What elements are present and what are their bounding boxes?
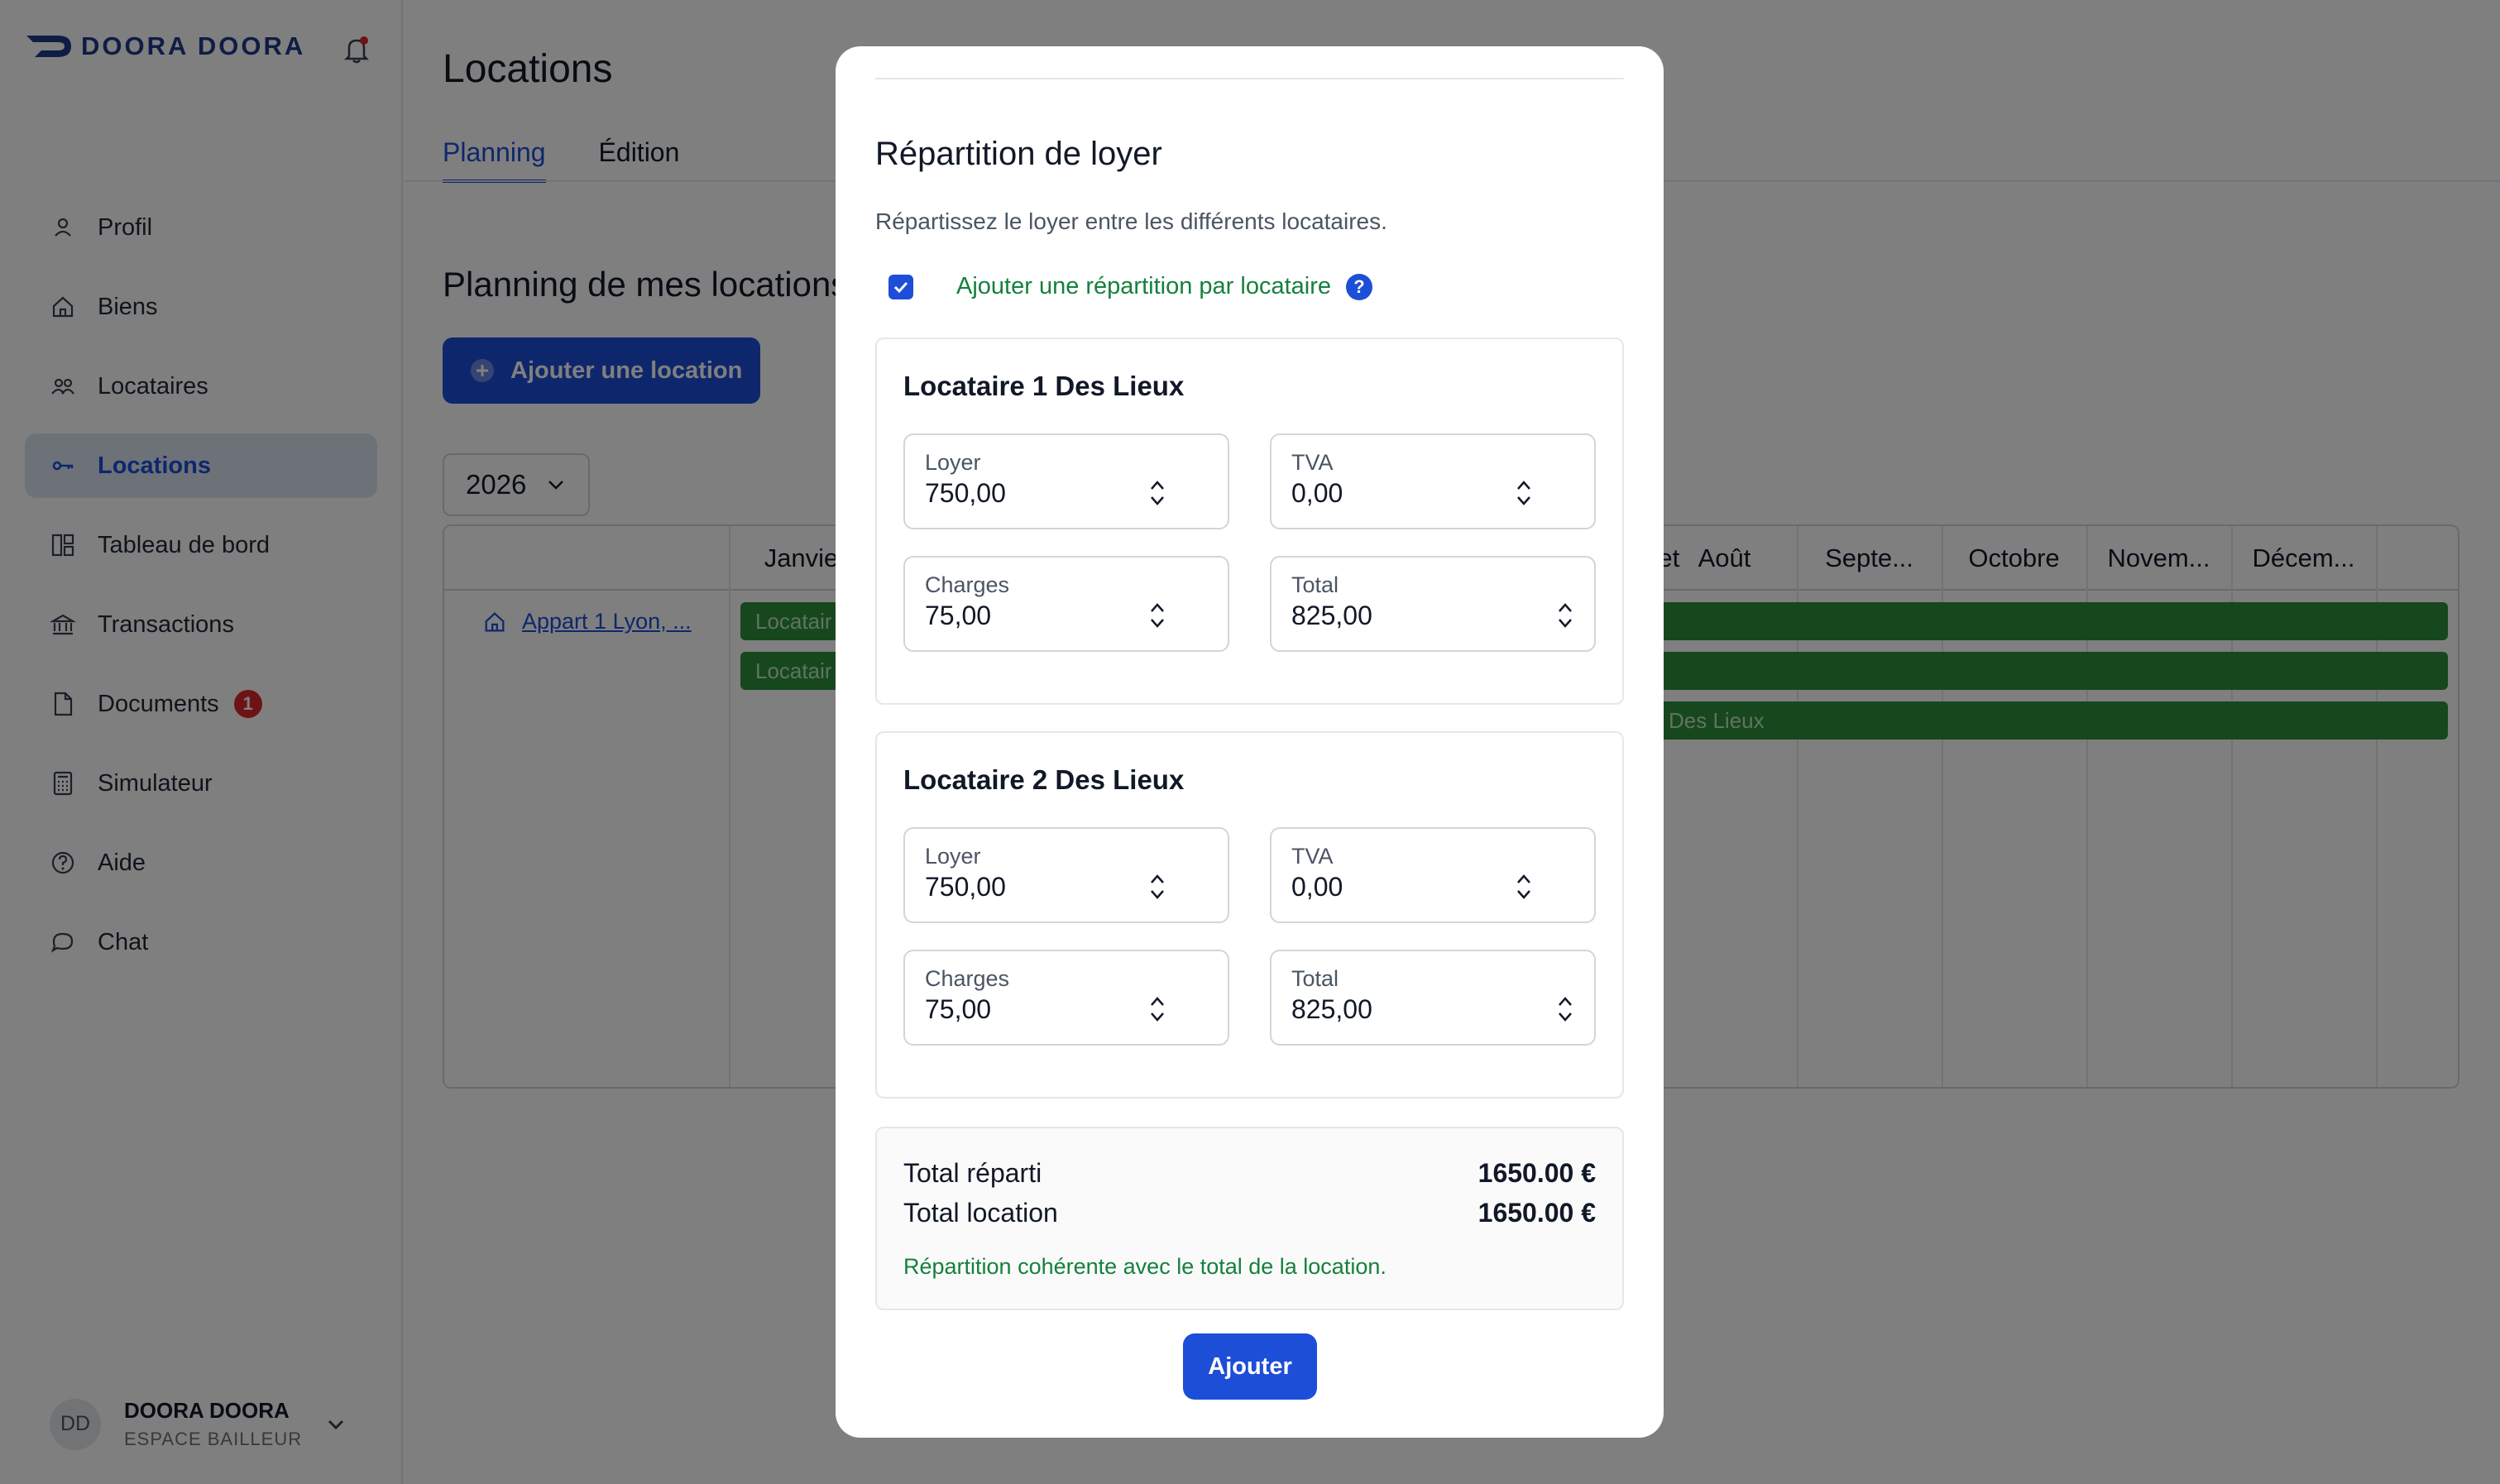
stepper-icon[interactable] [1515, 872, 1533, 902]
totals-summary: Total réparti 1650.00 € Total location 1… [875, 1127, 1624, 1310]
total-field[interactable]: Total 825,00 [1270, 556, 1596, 652]
total-reparti-row: Total réparti 1650.00 € [903, 1158, 1596, 1189]
field-value: 825,00 [1291, 601, 1372, 630]
stepper-icon[interactable] [1148, 478, 1166, 508]
field-value: 0,00 [1291, 872, 1343, 902]
total-reparti-value: 1650.00 € [1477, 1158, 1596, 1188]
tenant-name: Locataire 2 Des Lieux [903, 764, 1185, 795]
tenant-card-1: Locataire 1 Des Lieux Loyer 750,00 TVA 0… [875, 337, 1624, 705]
field-value: 825,00 [1291, 994, 1372, 1024]
check-icon [893, 281, 908, 293]
field-label: Charges [925, 572, 1010, 597]
total-location-label: Total location [903, 1198, 1058, 1228]
field-label: Total [1291, 966, 1339, 991]
total-location-row: Total location 1650.00 € [903, 1198, 1596, 1228]
help-icon[interactable]: ? [1345, 273, 1372, 300]
total-field[interactable]: Total 825,00 [1270, 950, 1596, 1046]
stepper-icon[interactable] [1148, 994, 1166, 1024]
stepper-icon[interactable] [1148, 601, 1166, 630]
split-status-message: Répartition cohérente avec le total de l… [903, 1254, 1386, 1279]
split-checkbox-label[interactable]: Ajouter une répartition par locataire [956, 273, 1331, 300]
stepper-icon[interactable] [1515, 478, 1533, 508]
field-label: Charges [925, 966, 1010, 991]
add-button[interactable]: Ajouter [1183, 1333, 1317, 1400]
tenant-card-2: Locataire 2 Des Lieux Loyer 750,00 TVA 0… [875, 731, 1624, 1099]
charges-field[interactable]: Charges 75,00 [903, 950, 1229, 1046]
loyer-field[interactable]: Loyer 750,00 [903, 433, 1229, 529]
split-checkbox[interactable] [888, 274, 913, 299]
field-label: Loyer [925, 844, 981, 869]
stepper-icon[interactable] [1556, 601, 1574, 630]
field-value: 750,00 [925, 872, 1006, 902]
field-label: TVA [1291, 844, 1334, 869]
loyer-field[interactable]: Loyer 750,00 [903, 827, 1229, 923]
tenant-name: Locataire 1 Des Lieux [903, 371, 1185, 401]
field-label: TVA [1291, 450, 1334, 475]
field-label: Loyer [925, 450, 981, 475]
field-value: 75,00 [925, 994, 992, 1024]
split-checkbox-row: Ajouter une répartition par locataire ? [888, 273, 1372, 300]
charges-field[interactable]: Charges 75,00 [903, 556, 1229, 652]
total-reparti-label: Total réparti [903, 1158, 1042, 1188]
modal-subtitle: Répartissez le loyer entre les différent… [875, 208, 1387, 234]
field-value: 0,00 [1291, 478, 1343, 508]
field-label: Total [1291, 572, 1339, 597]
tva-field[interactable]: TVA 0,00 [1270, 827, 1596, 923]
stepper-icon[interactable] [1148, 872, 1166, 902]
tva-field[interactable]: TVA 0,00 [1270, 433, 1596, 529]
stepper-icon[interactable] [1556, 994, 1574, 1024]
field-value: 750,00 [925, 478, 1006, 508]
modal-title: Répartition de loyer [875, 136, 1162, 172]
modal-divider [875, 78, 1624, 79]
field-value: 75,00 [925, 601, 992, 630]
rent-split-modal: Répartition de loyer Répartissez le loye… [836, 46, 1664, 1438]
total-location-value: 1650.00 € [1477, 1198, 1596, 1228]
